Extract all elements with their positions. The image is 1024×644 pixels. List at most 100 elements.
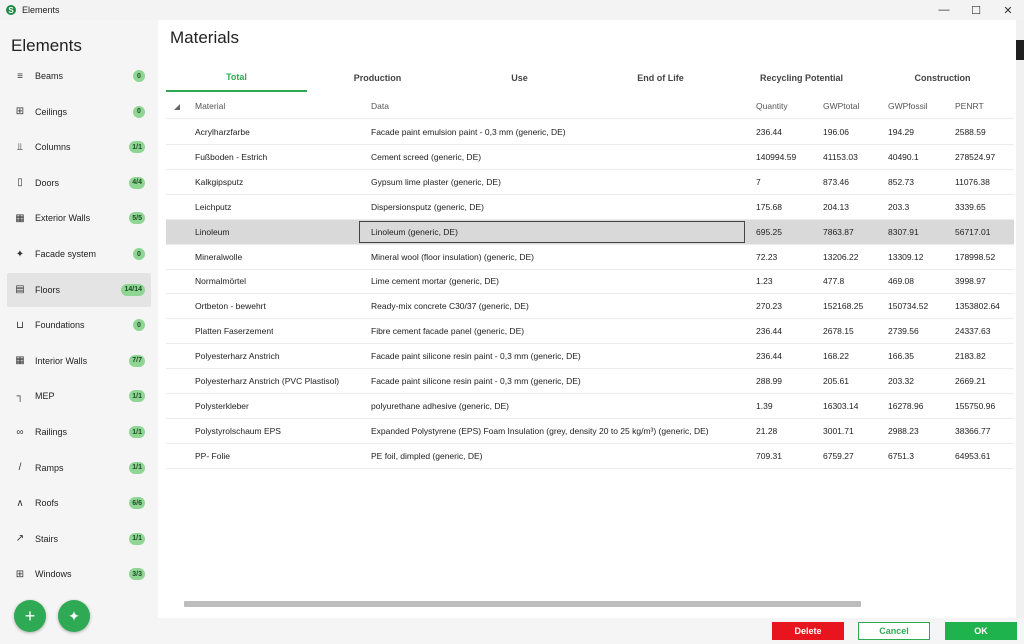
table-row[interactable]: Polyesterharz Anstrich Facade paint silic… [166,344,1014,370]
table-cell[interactable]: 11076.38 [955,170,990,194]
horizontal-scrollbar[interactable] [184,601,861,607]
table-cell[interactable]: Kalkgipsputz [195,170,243,194]
tab-use[interactable]: Use [449,64,590,92]
column-header[interactable]: PENRT [955,94,984,118]
table-cell[interactable]: 852.73 [888,170,914,194]
table-row[interactable]: Kalkgipsputz Gypsum lime plaster (generic… [166,170,1014,195]
table-cell[interactable]: 166.35 [888,344,914,368]
table-cell[interactable]: 21.28 [756,419,777,443]
table-row[interactable]: Ortbeton - bewehrt Ready-mix concrete C30… [166,294,1014,320]
table-cell[interactable]: 16303.14 [823,394,858,418]
table-cell[interactable]: Linoleum (generic, DE) [371,220,458,244]
sidebar-item-railings[interactable]: ∞ Railings 1/1 [7,415,151,449]
table-cell[interactable]: Polyesterharz Anstrich (PVC Plastisol) [195,369,339,393]
sort-arrow-icon[interactable] [174,104,180,110]
sidebar-item-exterior-walls[interactable]: ▦ Exterior Walls 5/5 [7,201,151,235]
table-cell[interactable]: 152168.25 [823,294,863,318]
sidebar-item-doors[interactable]: ▯ Doors 4/4 [7,166,151,200]
table-cell[interactable]: 278524.97 [955,145,995,169]
table-cell[interactable]: Ready-mix concrete C30/37 (generic, DE) [371,294,529,318]
table-cell[interactable]: Gypsum lime plaster (generic, DE) [371,170,501,194]
table-cell[interactable]: 2739.56 [888,319,919,343]
table-cell[interactable]: Linoleum [195,220,230,244]
table-cell[interactable]: 64953.61 [955,444,990,468]
tab-total[interactable]: Total [166,64,307,92]
table-cell[interactable]: 175.68 [756,195,782,219]
table-cell[interactable]: 203.32 [888,369,914,393]
ok-button[interactable]: OK [945,622,1017,640]
sidebar-item-ramps[interactable]: / Ramps 1/1 [7,451,151,485]
table-cell[interactable]: polyurethane adhesive (generic, DE) [371,394,509,418]
sidebar-item-stairs[interactable]: ↗ Stairs 1/1 [7,522,151,556]
tab-construction[interactable]: Construction [872,64,1013,92]
sidebar-item-roofs[interactable]: ∧ Roofs 6/6 [7,486,151,520]
table-cell[interactable]: Normalmörtel [195,269,246,293]
table-cell[interactable]: 40490.1 [888,145,919,169]
table-cell[interactable]: 38366.77 [955,419,990,443]
table-cell[interactable]: Polyesterharz Anstrich [195,344,280,368]
table-cell[interactable]: 24337.63 [955,319,990,343]
table-cell[interactable]: Polystyrolschaum EPS [195,419,281,443]
table-cell[interactable]: 2988.23 [888,419,919,443]
table-row[interactable]: Platten Faserzement Fibre cement facade p… [166,319,1014,345]
table-cell[interactable]: PP- Folie [195,444,230,468]
tab-end-of-life[interactable]: End of Life [590,64,731,92]
sidebar-item-columns[interactable]: ⫫ Columns 1/1 [7,130,151,164]
table-cell[interactable]: 709.31 [756,444,782,468]
table-cell[interactable]: PE foil, dimpled (generic, DE) [371,444,483,468]
table-cell[interactable]: 477.8 [823,269,844,293]
table-row[interactable]: Fußboden - Estrich Cement screed (generic… [166,145,1014,170]
table-cell[interactable]: 1353802.64 [955,294,1000,318]
table-cell[interactable]: 13309.12 [888,245,923,269]
table-cell[interactable]: 2588.59 [955,120,986,144]
table-cell[interactable]: 196.06 [823,120,849,144]
table-cell[interactable]: 270.23 [756,294,782,318]
table-cell[interactable]: Facade paint silicone resin paint - 0,3 … [371,369,581,393]
table-cell[interactable]: 56717.01 [955,220,990,244]
table-cell[interactable]: 13206.22 [823,245,858,269]
table-cell[interactable]: Leichputz [195,195,231,219]
table-cell[interactable]: 203.3 [888,195,909,219]
table-cell[interactable]: 168.22 [823,344,849,368]
table-cell[interactable]: 6751.3 [888,444,914,468]
sidebar-item-mep[interactable]: ┐ MEP 1/1 [7,379,151,413]
table-cell[interactable]: 236.44 [756,120,782,144]
table-cell[interactable]: 204.13 [823,195,849,219]
table-cell[interactable]: 7863.87 [823,220,854,244]
table-cell[interactable]: 3339.65 [955,195,986,219]
table-cell[interactable]: 8307.91 [888,220,919,244]
maximize-icon[interactable]: ☐ [960,0,992,20]
table-row[interactable]: Polysterkleber polyurethane adhesive (gen… [166,394,1014,419]
table-cell[interactable]: 155750.96 [955,394,995,418]
table-row[interactable]: Linoleum Linoleum (generic, DE) 695.25 7863… [166,219,1014,245]
table-cell[interactable]: 2183.82 [955,344,986,368]
table-cell[interactable]: 1.39 [756,394,773,418]
table-cell[interactable]: 236.44 [756,319,782,343]
column-header[interactable]: Quantity [756,94,788,118]
table-cell[interactable]: 72.23 [756,245,777,269]
table-cell[interactable]: 194.29 [888,120,914,144]
table-cell[interactable]: 873.46 [823,170,849,194]
table-cell[interactable]: 236.44 [756,344,782,368]
column-header[interactable]: GWPtotal [823,94,859,118]
add-button[interactable]: + [14,600,46,632]
cancel-button[interactable]: Cancel [858,622,930,640]
vertical-scrollbar[interactable] [1016,20,1024,644]
table-row[interactable]: Polystyrolschaum EPS Expanded Polystyrene… [166,419,1014,444]
table-cell[interactable]: 7 [756,170,761,194]
table-cell[interactable]: 695.25 [756,220,782,244]
table-cell[interactable]: 41153.03 [823,145,858,169]
sidebar-item-ceilings[interactable]: ⊞ Ceilings 0 [7,95,151,129]
column-header[interactable]: GWPfossil [888,94,928,118]
table-cell[interactable]: Dispersionsputz (generic, DE) [371,195,484,219]
table-cell[interactable]: 140994.59 [756,145,796,169]
table-row[interactable]: Mineralwolle Mineral wool (floor insulati… [166,245,1014,270]
table-cell[interactable]: Cement screed (generic, DE) [371,145,481,169]
sidebar-item-windows[interactable]: ⊞ Windows 3/3 [7,557,151,591]
table-cell[interactable]: 205.61 [823,369,849,393]
table-cell[interactable]: Mineral wool (floor insulation) (generic… [371,245,534,269]
tab-production[interactable]: Production [307,64,448,92]
table-cell[interactable]: 2678.15 [823,319,854,343]
column-header[interactable]: Data [371,94,389,118]
table-cell[interactable]: Ortbeton - bewehrt [195,294,266,318]
